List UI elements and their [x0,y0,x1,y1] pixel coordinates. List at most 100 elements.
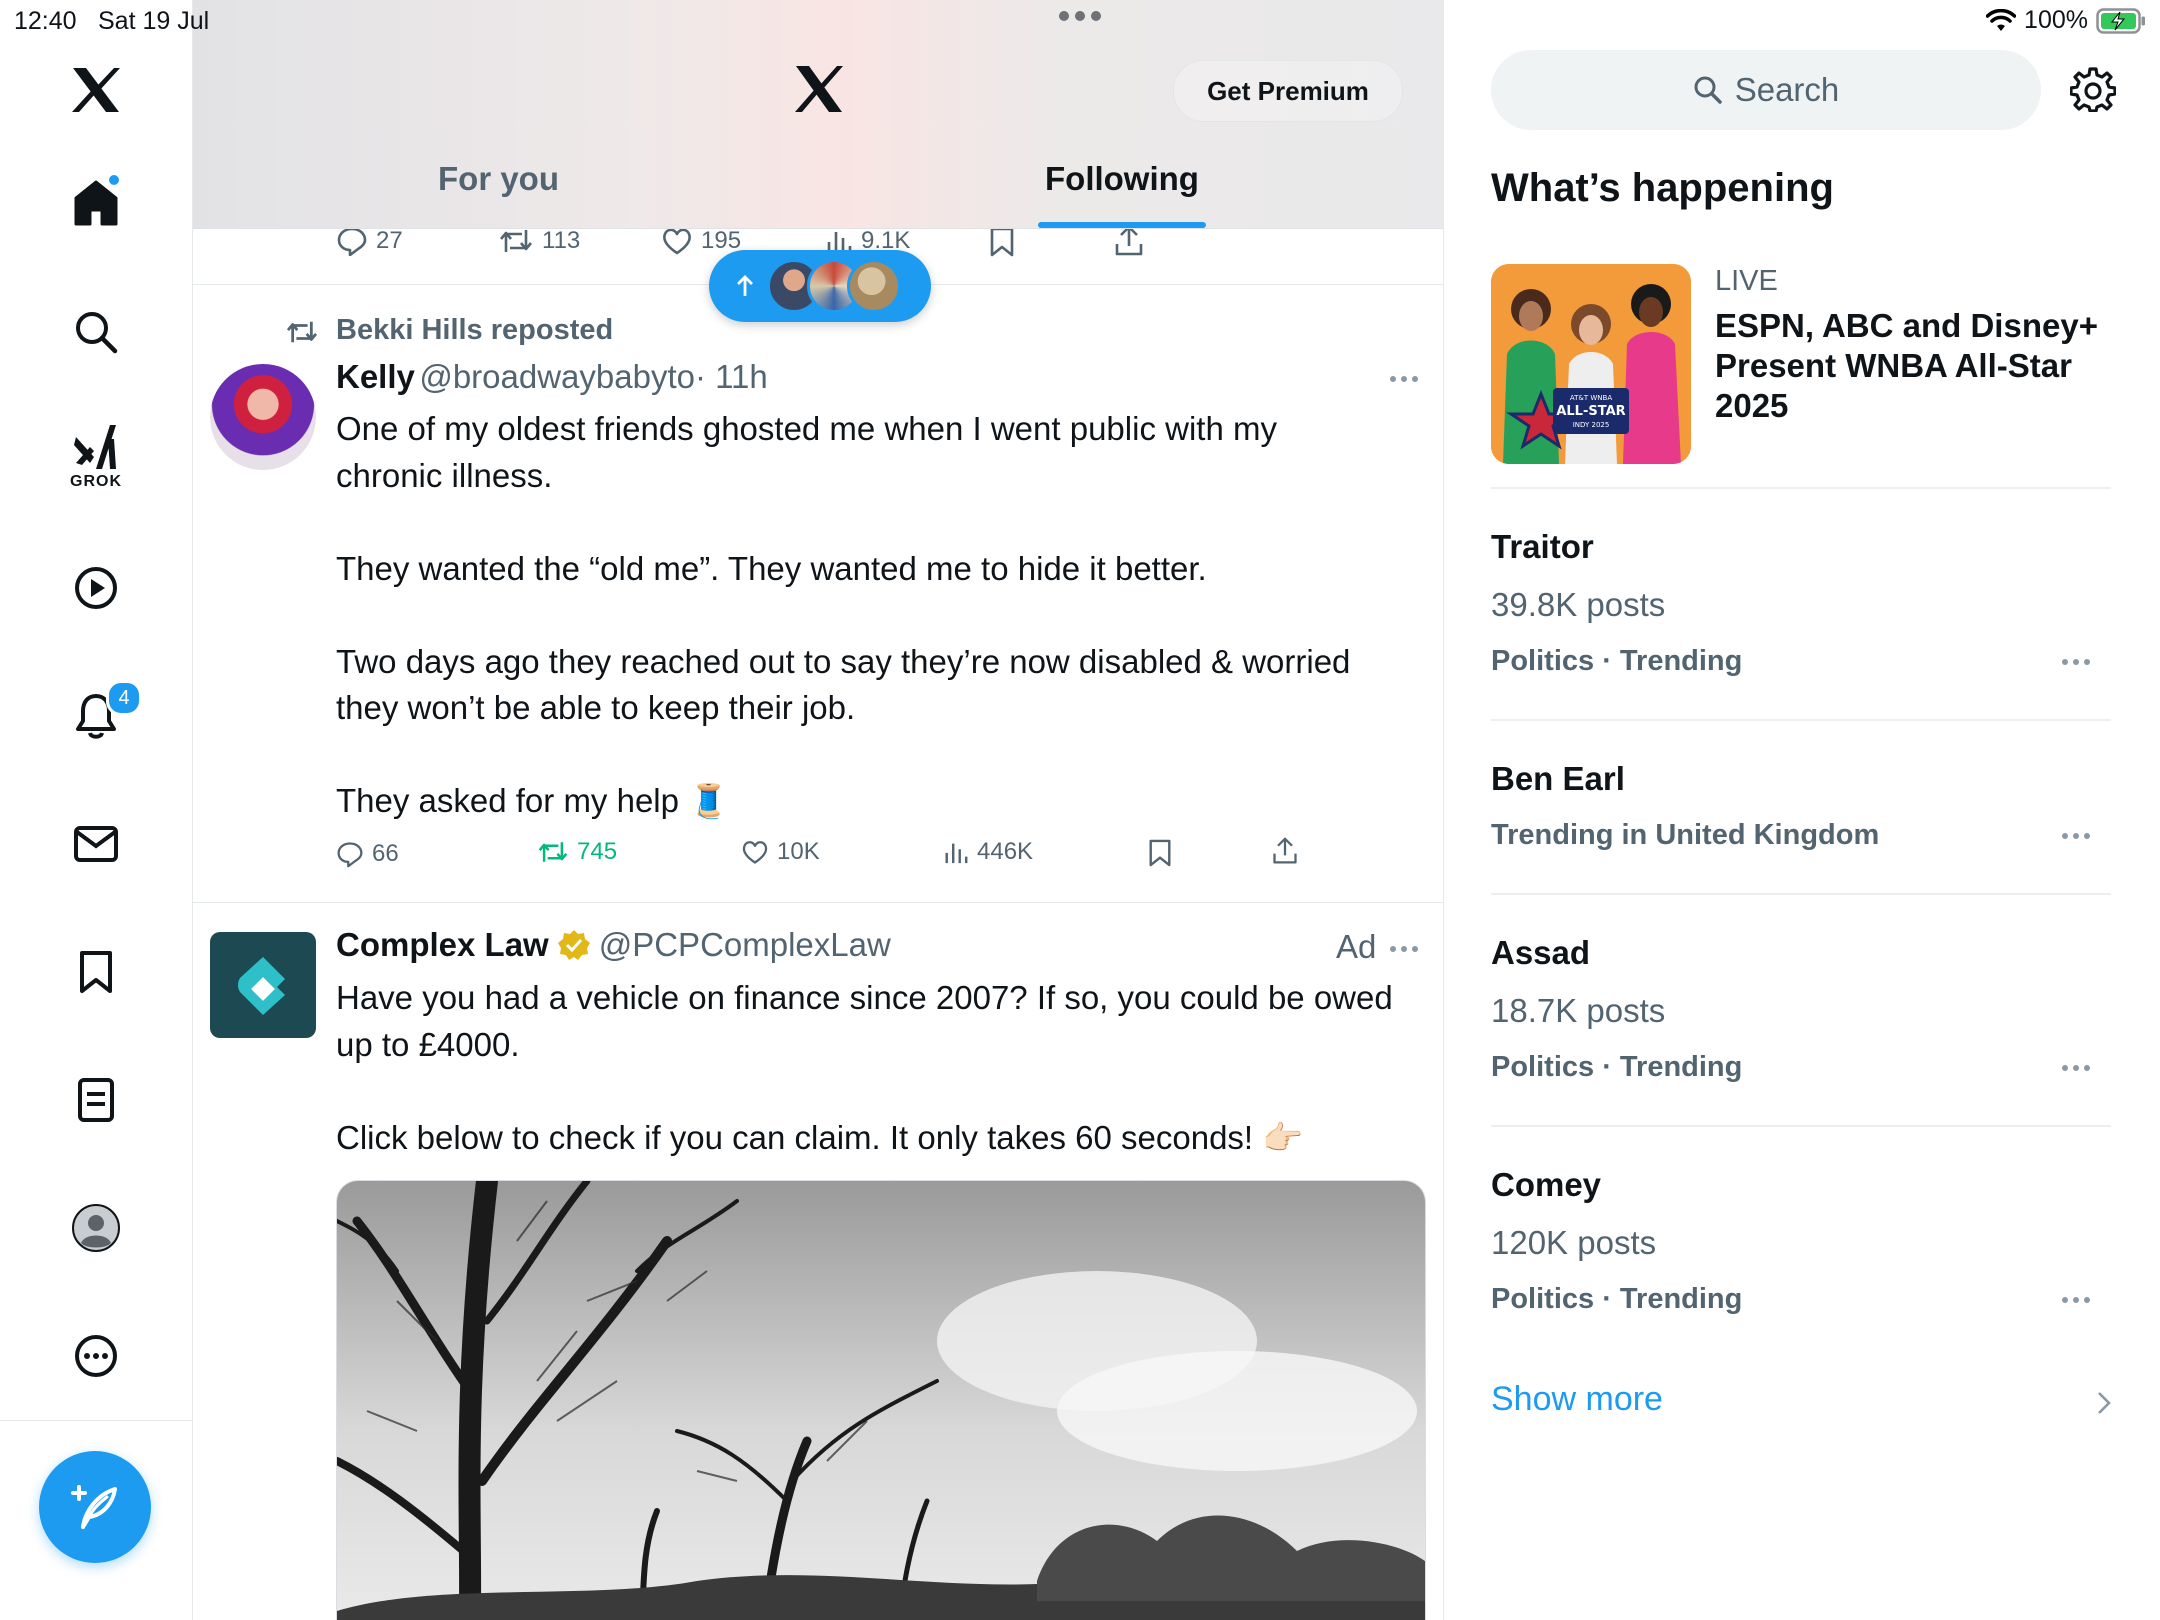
trend-divider [1491,487,2111,489]
grok-icon [74,425,116,469]
event-title: ESPN, ABC and Disney+ Present WNBA All-S… [1715,307,2098,424]
author-name[interactable]: Complex Law [336,926,549,964]
event-image-line1: AT&T WNBA [1570,394,1612,402]
whats-happening-heading: What’s happening [1491,166,1834,210]
like-button[interactable]: 195 [661,226,741,256]
more-options-icon[interactable] [1389,945,1419,953]
reply-button[interactable]: 27 [336,226,403,256]
more-options-icon[interactable] [2061,1296,2091,1304]
views-button[interactable]: 446K [943,838,1033,866]
new-posts-pill[interactable] [709,250,931,322]
profile-icon [72,1204,120,1252]
event-image: AT&T WNBA ALL-STAR INDY 2025 [1491,264,1691,464]
like-button[interactable]: 10K [741,838,820,866]
right-sidebar: Search What’s happening AT&T WNBA ALL-ST… [1444,0,2160,1620]
reply-count: 27 [376,227,403,254]
nav-home[interactable] [50,156,142,248]
heart-icon [663,228,691,255]
trend-posts: 120K posts [1491,1224,1657,1261]
author-handle[interactable]: @PCPComplexLaw [599,926,891,964]
repost-button[interactable]: 745 [537,838,617,866]
nav-notifications[interactable]: 4 [50,670,142,762]
reply-button[interactable]: 66 [336,840,399,868]
verified-gold-icon [557,930,590,960]
battery-percent: 100% [2024,6,2088,34]
grok-label: GROK [70,473,122,490]
rail-divider [0,1420,192,1421]
complex-law-logo-icon [238,957,285,1015]
more-options-icon[interactable] [2061,658,2091,666]
tab-following[interactable]: Following [1045,160,1199,198]
search-input[interactable]: Search [1491,50,2041,130]
x-logo-icon [795,66,843,112]
nav-rail: GROK 4 [0,0,193,1620]
arrow-up-icon [737,275,753,296]
tab-for-you[interactable]: For you [438,160,559,198]
event-image-line2: ALL-STAR [1556,404,1625,419]
trend-category: Politics · Trending [1491,645,1743,677]
bookmark-icon[interactable] [988,226,1016,258]
trend-name: Comey [1491,1166,1602,1203]
bookmark-icon [80,951,112,993]
trend-name: Assad [1491,934,1591,971]
compose-icon [71,1485,117,1529]
nav-grok[interactable]: GROK [50,410,142,502]
share-icon[interactable] [1271,836,1299,866]
ad-image[interactable] [336,1180,1426,1620]
get-premium-button[interactable]: Get Premium [1173,60,1403,122]
author-handle[interactable]: @broadwaybabyto [419,358,695,395]
chevron-right-icon[interactable] [2096,1390,2112,1416]
repost-icon [538,842,568,862]
more-options-icon[interactable] [2061,832,2091,840]
avatar[interactable] [210,932,316,1038]
x-logo-icon [72,68,120,112]
search-placeholder: Search [1734,71,1840,108]
reply-count: 66 [372,840,399,867]
nav-videos[interactable] [50,542,142,634]
trend-name: Traitor [1491,528,1594,565]
event-image-line3: INDY 2025 [1573,421,1610,429]
repost-count: 745 [577,838,618,865]
lists-icon [78,1078,114,1122]
repost-button[interactable]: 113 [498,226,580,256]
like-count: 10K [777,838,820,865]
author-name[interactable]: Kelly [336,358,415,395]
search-icon [1694,76,1722,104]
play-circle-icon [75,567,117,609]
battery-charging-icon [2096,7,2145,34]
nav-lists[interactable] [50,1054,142,1146]
nav-profile[interactable] [50,1182,142,1274]
trend-divider [1491,719,2111,721]
bookmark-icon[interactable] [1147,838,1173,868]
more-options-icon[interactable] [2061,1064,2091,1072]
avatar[interactable] [210,364,316,470]
nav-explore[interactable] [50,286,142,378]
tree-landscape-photo [337,1181,1425,1620]
nav-bookmarks[interactable] [50,926,142,1018]
trend-posts: 39.8K posts [1491,586,1666,623]
trend-category: Politics · Trending [1491,1051,1743,1083]
avatar [847,259,901,313]
status-date: Sat 19 Jul [98,7,210,35]
repost-icon [286,321,318,343]
compose-button[interactable] [39,1451,151,1563]
show-more-link[interactable]: Show more [1491,1380,1663,1419]
repost-context[interactable]: Bekki Hills reposted [336,314,613,347]
reply-icon [337,227,367,256]
more-circle-icon [75,1335,117,1377]
nav-messages[interactable] [50,798,142,890]
tweet-time[interactable]: · 11h [695,358,768,395]
active-tab-indicator [1038,222,1206,228]
nav-x-logo[interactable] [50,44,142,136]
notifications-badge: 4 [106,680,142,716]
repost-icon [500,230,532,252]
views-icon [945,843,968,864]
gear-icon[interactable] [2070,66,2116,112]
live-label: LIVE [1715,265,1778,297]
trend-divider [1491,1125,2111,1127]
more-options-icon[interactable] [1389,375,1419,383]
share-icon[interactable] [1113,224,1145,258]
nav-more[interactable] [50,1310,142,1402]
trend-category: Trending in United Kingdom [1491,819,1880,851]
multitasking-dots-icon[interactable] [1058,10,1102,22]
